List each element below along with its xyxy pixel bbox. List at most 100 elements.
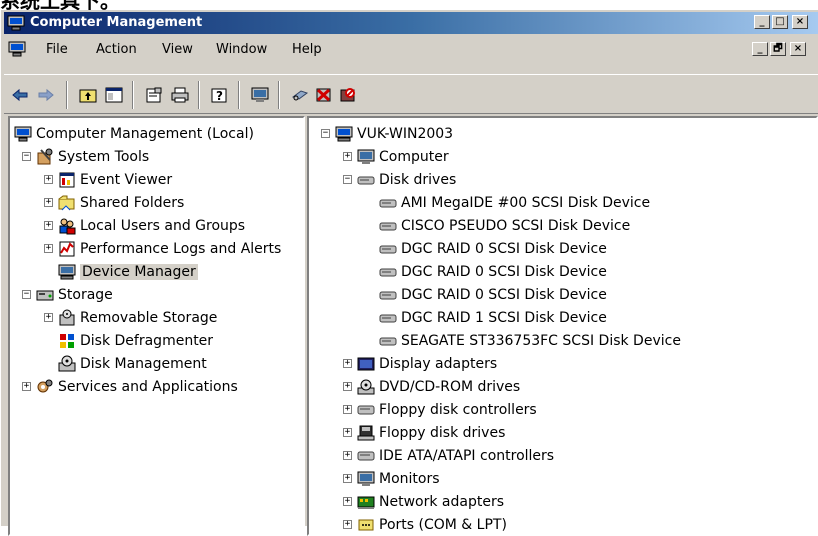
tree-node-label: Display adapters xyxy=(379,355,498,372)
tree-node-label: Disk Defragmenter xyxy=(80,332,214,349)
menu-file[interactable]: File xyxy=(46,42,68,57)
child-minimize-button[interactable]: _ xyxy=(752,42,768,56)
show-hide-tree-button[interactable] xyxy=(102,83,126,107)
tree-node[interactable]: Floppy disk drives xyxy=(357,421,505,444)
title-bar[interactable]: Computer Management _ □ × xyxy=(4,12,818,34)
tree-node[interactable]: Disk Defragmenter xyxy=(58,329,213,352)
menu-action[interactable]: Action xyxy=(96,42,137,57)
port-icon xyxy=(358,519,374,530)
tree-expander[interactable]: − xyxy=(22,152,31,161)
toolbar-separator xyxy=(278,81,280,109)
tree-node[interactable]: Network adapters xyxy=(357,490,504,513)
restore-button[interactable]: □ xyxy=(772,15,788,29)
tree-expander[interactable]: + xyxy=(343,428,352,437)
tree-node[interactable]: Event Viewer xyxy=(58,168,172,191)
ide-controller-icon xyxy=(357,451,375,460)
tree-node[interactable]: Storage xyxy=(36,283,113,306)
tree-expander[interactable]: + xyxy=(22,382,31,391)
tree-expander[interactable]: + xyxy=(343,497,352,506)
tree-expander[interactable]: + xyxy=(44,244,53,253)
tree-expander[interactable]: + xyxy=(44,313,53,322)
tree-expander[interactable]: − xyxy=(343,175,352,184)
tree-expander[interactable]: + xyxy=(343,405,352,414)
arrow-right-icon xyxy=(38,88,54,102)
tree-expander[interactable]: + xyxy=(44,198,53,207)
tree-expander[interactable]: + xyxy=(343,451,352,460)
scan-hardware-button[interactable] xyxy=(248,83,272,107)
menu-view[interactable]: View xyxy=(162,42,193,57)
tree-expander[interactable]: + xyxy=(343,382,352,391)
forward-button[interactable] xyxy=(34,83,58,107)
tree-node-label: Disk Management xyxy=(80,355,207,372)
tree-node[interactable]: Computer Management (Local) xyxy=(14,122,254,145)
tree-node[interactable]: DGC RAID 0 SCSI Disk Device xyxy=(379,260,607,283)
uninstall-button[interactable] xyxy=(312,83,336,107)
menu-window[interactable]: Window xyxy=(216,42,267,57)
tree-node[interactable]: Performance Logs and Alerts xyxy=(58,237,281,260)
tree-node-label: DGC RAID 1 SCSI Disk Device xyxy=(401,309,607,326)
tree-expander[interactable]: + xyxy=(343,359,352,368)
tree-node[interactable]: DVD/CD-ROM drives xyxy=(357,375,520,398)
tree-node[interactable]: System Tools xyxy=(36,145,149,168)
tree-node-label: Network adapters xyxy=(379,493,504,510)
tree-expander[interactable]: + xyxy=(343,474,352,483)
tree-node[interactable]: DGC RAID 1 SCSI Disk Device xyxy=(379,306,607,329)
menu-help[interactable]: Help xyxy=(292,42,322,57)
toolbar-separator xyxy=(238,81,240,109)
tree-node[interactable]: CISCO PSEUDO SCSI Disk Device xyxy=(379,214,630,237)
back-button[interactable] xyxy=(8,83,32,107)
tree-node[interactable]: Floppy disk controllers xyxy=(357,398,537,421)
details-pane[interactable]: − VUK-WIN2003 + Computer − Disk drives AMI Meg… xyxy=(307,116,818,536)
tree-node-label: Shared Folders xyxy=(80,194,185,211)
tree-node[interactable]: Removable Storage xyxy=(58,306,217,329)
tree-node-label: Local Users and Groups xyxy=(80,217,246,234)
tree-node[interactable]: SEAGATE ST336753FC SCSI Disk Device xyxy=(379,329,681,352)
tree-expander[interactable]: + xyxy=(343,152,352,161)
disk-drive-icon xyxy=(379,268,397,276)
print-button[interactable] xyxy=(168,83,192,107)
update-driver-button[interactable] xyxy=(288,83,312,107)
tree-node[interactable]: Device Manager xyxy=(58,260,198,283)
menu-bar: File Action View Window Help _ 🗗 × xyxy=(4,36,818,62)
close-button[interactable]: × xyxy=(792,15,808,29)
up-one-level-button[interactable] xyxy=(76,83,100,107)
tree-node[interactable]: IDE ATA/ATAPI controllers xyxy=(357,444,554,467)
tree-node-label: VUK-WIN2003 xyxy=(357,125,454,142)
tree-node[interactable]: Computer xyxy=(357,145,449,168)
removable-storage-icon xyxy=(59,309,75,325)
folder-up-icon xyxy=(79,89,97,103)
tree-expander[interactable]: + xyxy=(44,175,53,184)
computer-management-icon xyxy=(7,15,25,35)
tree-node[interactable]: Local Users and Groups xyxy=(58,214,245,237)
tree-node[interactable]: Monitors xyxy=(357,467,440,490)
tree-node[interactable]: Display adapters xyxy=(357,352,497,375)
console-tree-pane[interactable]: Computer Management (Local) − System Tools… xyxy=(8,116,305,536)
tree-node[interactable]: AMI MegaIDE #00 SCSI Disk Device xyxy=(379,191,650,214)
tree-node[interactable]: Disk Management xyxy=(58,352,207,375)
tree-node[interactable]: Ports (COM & LPT) xyxy=(357,513,507,534)
child-restore-button[interactable]: 🗗 xyxy=(770,42,786,56)
disable-button[interactable] xyxy=(336,83,360,107)
tree-expander[interactable]: − xyxy=(22,290,31,299)
cdrom-icon xyxy=(357,379,375,394)
toolbar-separator xyxy=(132,81,134,109)
properties-button[interactable] xyxy=(142,83,166,107)
tree-node[interactable]: DGC RAID 0 SCSI Disk Device xyxy=(379,237,607,260)
tree-expander[interactable]: + xyxy=(44,221,53,230)
tree-node[interactable]: Services and Applications xyxy=(36,375,238,398)
minimize-button[interactable]: _ xyxy=(754,15,770,29)
tree-node[interactable]: Disk drives xyxy=(357,168,456,191)
disk-drive-icon xyxy=(357,176,375,184)
tree-node-label: Computer Management (Local) xyxy=(36,125,254,142)
tree-node-label: Storage xyxy=(58,286,113,303)
computer-icon xyxy=(335,126,353,141)
tree-node-label: DGC RAID 0 SCSI Disk Device xyxy=(401,263,607,280)
tree-node[interactable]: VUK-WIN2003 xyxy=(335,122,453,145)
help-button[interactable]: ? xyxy=(208,83,232,107)
tree-node[interactable]: DGC RAID 0 SCSI Disk Device xyxy=(379,283,607,306)
tree-expander[interactable]: + xyxy=(343,520,352,529)
tree-node[interactable]: Shared Folders xyxy=(58,191,184,214)
child-close-button[interactable]: × xyxy=(790,42,806,56)
tree-expander[interactable]: − xyxy=(321,129,330,138)
toolbar: ? xyxy=(4,74,818,114)
